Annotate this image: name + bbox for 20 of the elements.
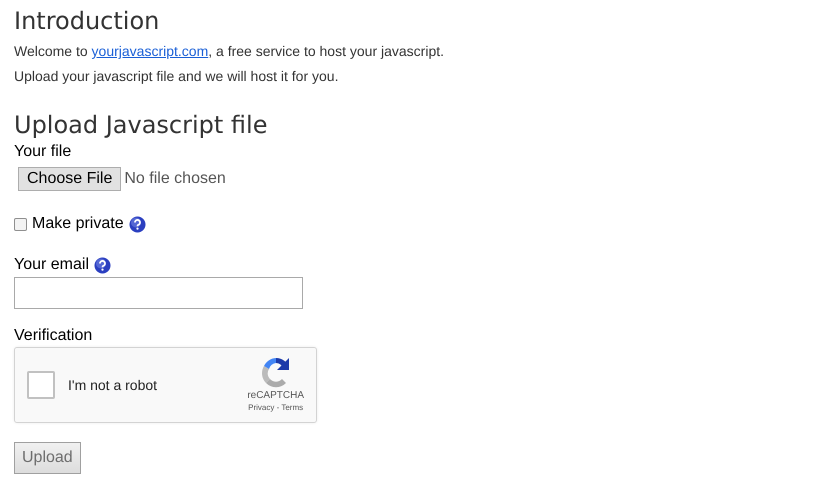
field-label: Your email bbox=[14, 255, 90, 275]
section-title: Introduction bbox=[14, 6, 160, 37]
captcha-checkbox[interactable] bbox=[27, 371, 55, 399]
captcha-label: I'm not a robot bbox=[68, 376, 158, 394]
checkbox-label: Make private bbox=[32, 214, 124, 234]
field-label: Verification bbox=[14, 326, 92, 346]
recaptcha-logo-icon bbox=[260, 356, 292, 388]
private-checkbox[interactable] bbox=[14, 218, 27, 230]
captcha-brand: reCAPTCHA bbox=[247, 390, 304, 402]
section-title: Upload Javascript file bbox=[14, 110, 268, 141]
captcha-links: Privacy - Terms bbox=[248, 402, 304, 414]
choose-file-button[interactable]: Choose File bbox=[18, 167, 122, 191]
intro-text: Upload your javascript file and we will host it for you. bbox=[14, 67, 338, 86]
welcome-text: Welcome to yourjavascript.com, a free service to host your javascript. bbox=[14, 42, 444, 61]
email-field[interactable] bbox=[14, 277, 303, 309]
help-icon bbox=[128, 216, 146, 232]
file-status: No file chosen bbox=[124, 169, 226, 189]
field-label: Your file bbox=[14, 142, 72, 162]
help-icon bbox=[94, 256, 112, 274]
site-link[interactable]: yourjavascript.com bbox=[92, 43, 208, 59]
